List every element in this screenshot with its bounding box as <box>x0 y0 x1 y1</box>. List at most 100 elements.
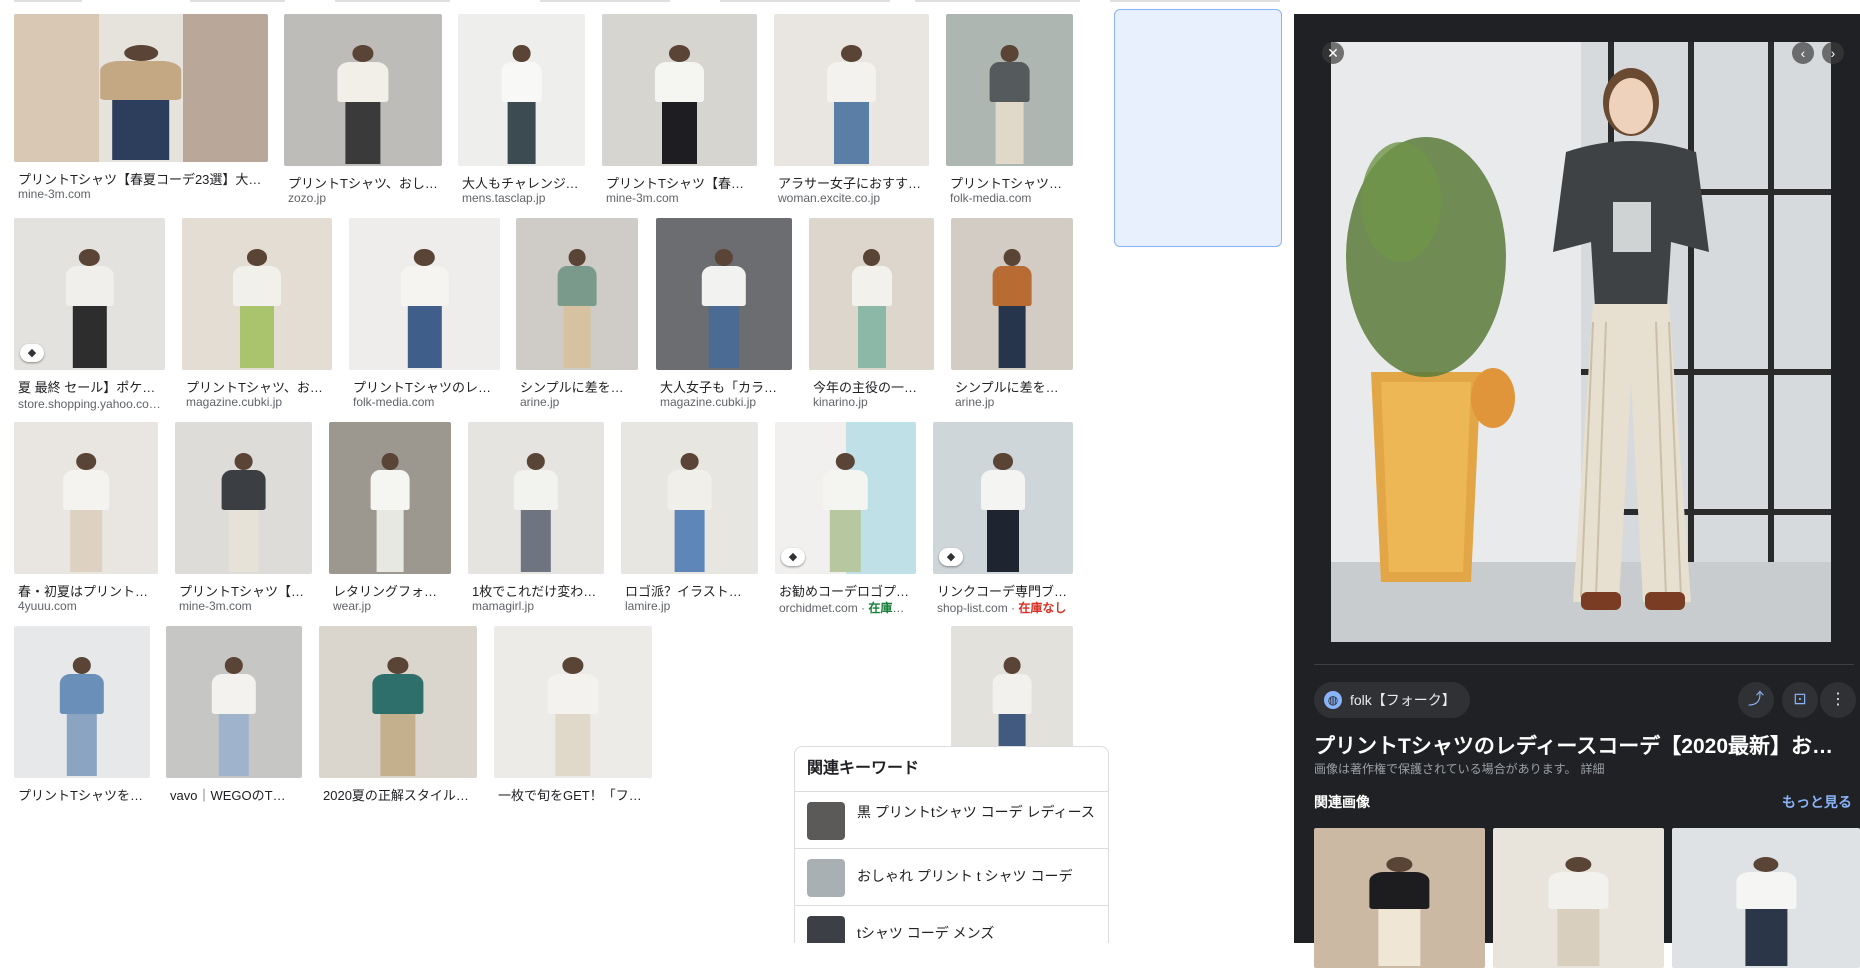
result-caption[interactable]: 今年の主役の一枚に。... <box>813 377 930 396</box>
related-keyword-item[interactable]: 黒 プリントtシャツ コーデ レディース <box>795 792 1108 849</box>
result-thumbnail[interactable] <box>946 14 1073 166</box>
image-result[interactable]: 2020夏の正解スタイル♡ 新T... <box>319 626 477 824</box>
result-thumbnail[interactable] <box>175 422 312 574</box>
result-thumbnail[interactable] <box>494 626 652 778</box>
source-domain: magazine.cubki.jp <box>186 395 283 409</box>
image-result[interactable]: プリントTシャツのレデ...folk-media.com <box>946 14 1073 212</box>
result-thumbnail[interactable] <box>458 14 585 166</box>
result-thumbnail[interactable] <box>809 218 934 370</box>
result-thumbnail[interactable] <box>14 626 150 778</box>
image-result[interactable]: プリントTシャツ【春夏コーデ...mine-3m.com <box>602 14 757 212</box>
bookmark-icon[interactable]: ⊡ <box>1782 682 1818 718</box>
result-caption[interactable]: プリントTシャツを使った... <box>18 785 146 804</box>
result-caption[interactable]: プリントTシャツ【春夏コ... <box>179 581 308 600</box>
result-caption[interactable]: プリントTシャツ、おしゃれ... <box>186 377 328 396</box>
related-image[interactable] <box>1672 828 1860 968</box>
source-chip[interactable]: ◍ folk【フォーク】 <box>1314 682 1470 718</box>
result-thumbnail[interactable] <box>14 422 158 574</box>
image-result[interactable]: シンプルに差をつける...arine.jp <box>951 218 1073 416</box>
source-domain: mamagirl.jp <box>472 599 535 613</box>
image-result[interactable]: 一枚で旬をGET！「フォトプ... <box>494 626 652 824</box>
result-thumbnail[interactable] <box>349 218 500 370</box>
result-caption[interactable]: 大人女子も「カラフルな... <box>660 377 788 396</box>
result-thumbnail[interactable] <box>468 422 604 574</box>
image-result[interactable]: レタリングフォトプリ...wear.jp <box>329 422 451 620</box>
result-source: arine.jp <box>955 395 1069 409</box>
result-caption[interactable]: プリントTシャツのレディー... <box>353 377 496 396</box>
result-thumbnail[interactable] <box>602 14 757 166</box>
result-caption[interactable]: vavo｜WEGOのTシャツ/... <box>170 785 298 804</box>
model-figure <box>216 453 271 572</box>
image-result[interactable]: プリントTシャツのレディー...folk-media.com <box>349 218 500 416</box>
result-caption[interactable]: プリントTシャツのレデ... <box>950 173 1069 192</box>
image-result[interactable]: プリントTシャツ【春夏コーデ23選】大人らしい着...mine-3m.com <box>14 14 268 208</box>
result-caption[interactable]: 2020夏の正解スタイル♡ 新T... <box>323 785 473 804</box>
result-caption[interactable]: 一枚で旬をGET！「フォトプ... <box>498 785 648 804</box>
result-caption[interactable]: 春・初夏はプリントTシャツ... <box>18 581 154 600</box>
result-caption[interactable]: 夏 最終 セール】ポケット付... <box>18 377 161 396</box>
image-result[interactable]: アラサー女子におすすめ☆プ...woman.excite.co.jp <box>774 14 929 212</box>
result-caption[interactable]: お勧めコーデロゴプリント... <box>779 581 912 600</box>
image-result[interactable]: プリントTシャツ、おしゃれな...zozo.jp <box>284 14 442 212</box>
result-thumbnail[interactable] <box>182 218 332 370</box>
see-more-link[interactable]: もっと見る <box>1782 792 1852 812</box>
source-domain: woman.excite.co.jp <box>778 191 881 205</box>
preview-image[interactable] <box>1331 42 1831 642</box>
image-result[interactable]: vavo｜WEGOのTシャツ/... <box>166 626 302 824</box>
share-icon[interactable]: ⤴ <box>1738 682 1774 718</box>
image-result[interactable]: シンプルに差をつける...arine.jp <box>516 218 638 416</box>
image-result[interactable]: 大人女子も「カラフルな...magazine.cubki.jp <box>656 218 792 416</box>
result-caption[interactable]: レタリングフォトプリ... <box>333 581 447 600</box>
result-caption[interactable]: アラサー女子におすすめ☆プ... <box>778 173 925 192</box>
result-source: lamire.jp <box>625 599 754 613</box>
result-caption[interactable]: 1枚でこれだけ変わる!?T... <box>472 581 600 600</box>
result-thumbnail[interactable] <box>319 626 477 778</box>
image-result[interactable]: 今年の主役の一枚に。...kinarino.jp <box>809 218 934 416</box>
image-result[interactable]: 1枚でこれだけ変わる!?T...mamagirl.jp <box>468 422 604 620</box>
model-figure <box>697 249 751 368</box>
image-result[interactable]: ◆ 夏 最終 セール】ポケット付...store.shopping.yahoo.c… <box>14 218 165 416</box>
result-thumbnail[interactable] <box>284 14 442 166</box>
result-thumbnail[interactable] <box>656 218 792 370</box>
result-thumbnail[interactable] <box>951 218 1073 370</box>
result-caption[interactable]: リンクコーデ専門ブランド... <box>937 581 1069 600</box>
image-result[interactable]: プリントTシャツ【春夏コ...mine-3m.com <box>175 422 312 620</box>
image-result[interactable]: ◆ お勧めコーデロゴプリント...orchidmet.com · 在庫あり <box>775 422 916 620</box>
result-thumbnail[interactable] <box>516 218 638 370</box>
result-caption[interactable]: シンプルに差をつける... <box>520 377 634 396</box>
chevron-left-icon[interactable]: ‹ <box>1792 42 1814 64</box>
result-source: mine-3m.com <box>18 187 264 201</box>
result-caption[interactable]: シンプルに差をつける... <box>955 377 1069 396</box>
image-result[interactable]: 大人もチャレンジ。この...mens.tasclap.jp <box>458 14 585 212</box>
result-caption[interactable]: ロゴ派？イラスト派？夏コ... <box>625 581 754 600</box>
image-result[interactable]: プリントTシャツ、おしゃれ...magazine.cubki.jp <box>182 218 332 416</box>
related-image[interactable] <box>1493 828 1664 968</box>
result-caption[interactable]: プリントTシャツ【春夏コーデ... <box>606 173 753 192</box>
image-result[interactable]: 春・初夏はプリントTシャツ...4yuuu.com <box>14 422 158 620</box>
result-thumbnail[interactable] <box>14 14 268 162</box>
result-thumbnail[interactable] <box>621 422 758 574</box>
more-vert-icon[interactable]: ⋮ <box>1820 682 1856 718</box>
result-thumbnail[interactable] <box>329 422 451 574</box>
model-figure <box>496 45 547 164</box>
image-result[interactable]: プリントTシャツを使った... <box>14 626 150 824</box>
result-source: kinarino.jp <box>813 395 930 409</box>
preview-title[interactable]: プリントTシャツのレディースコーデ【2020最新】おしゃ... <box>1314 730 1844 760</box>
source-domain: mine-3m.com <box>179 599 252 613</box>
image-result[interactable]: ロゴ派？イラスト派？夏コ...lamire.jp <box>621 422 758 620</box>
result-thumbnail[interactable] <box>774 14 929 166</box>
chevron-right-icon[interactable]: › <box>1822 42 1844 64</box>
image-result[interactable]: ◆ リンクコーデ専門ブランド...shop-list.com · 在庫なし <box>933 422 1073 620</box>
result-caption[interactable]: プリントTシャツ、おしゃれな... <box>288 173 438 192</box>
details-link[interactable]: 詳細 <box>1580 762 1604 776</box>
keyword-thumbnail <box>807 802 845 840</box>
related-image[interactable] <box>1314 828 1485 968</box>
result-thumbnail[interactable] <box>166 626 302 778</box>
related-keyword-item[interactable]: tシャツ コーデ メンズ <box>795 906 1108 943</box>
model-figure <box>59 249 119 368</box>
source-domain: mine-3m.com <box>606 191 679 205</box>
result-caption[interactable]: 大人もチャレンジ。この... <box>462 173 581 192</box>
result-caption[interactable]: プリントTシャツ【春夏コーデ23選】大人らしい着... <box>18 169 264 188</box>
close-icon[interactable]: ✕ <box>1322 42 1344 64</box>
related-keyword-item[interactable]: おしゃれ プリント t シャツ コーデ <box>795 849 1108 906</box>
